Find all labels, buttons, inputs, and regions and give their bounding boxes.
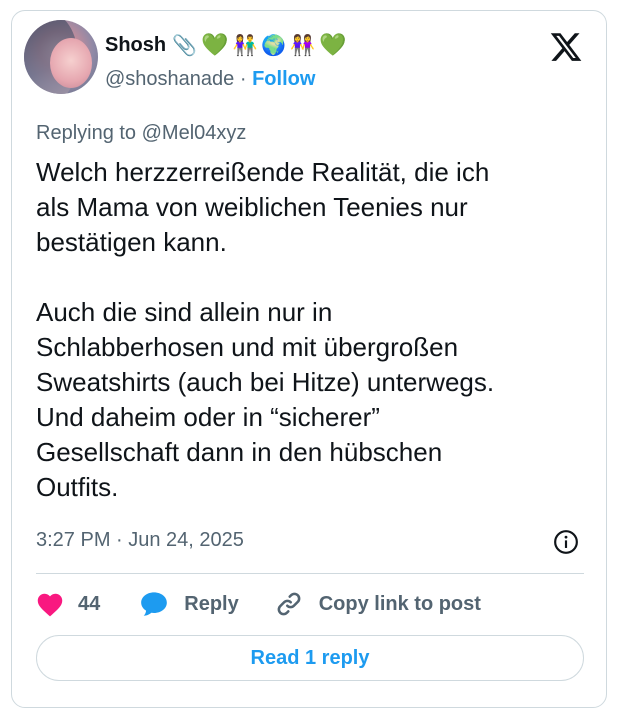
reply-bubble-icon xyxy=(141,592,168,616)
author-handle-row: @shoshanade · Follow xyxy=(105,68,315,91)
reply-button[interactable]: Reply xyxy=(140,591,239,617)
avatar-face xyxy=(50,38,92,88)
couple-emoji: 👫 xyxy=(232,33,258,57)
tweet-timestamp[interactable]: 3:27 PM · Jun 24, 2025 xyxy=(36,529,244,552)
follow-link[interactable]: Follow xyxy=(252,68,315,90)
two-women-emoji: 👭 xyxy=(290,33,316,57)
author-emojis: 📎 💚 👫 🌍 👭 💚 xyxy=(172,33,346,58)
globe-emoji: 🌍 xyxy=(261,33,287,57)
author-handle[interactable]: @shoshanade xyxy=(105,68,234,90)
author-name-row: Shosh 📎 💚 👫 🌍 👭 💚 xyxy=(105,30,347,60)
copy-link-label: Copy link to post xyxy=(318,592,481,615)
paperclip-emoji: 📎 xyxy=(172,33,198,57)
green-heart-emoji: 💚 xyxy=(201,32,229,58)
x-logo-icon[interactable] xyxy=(549,30,583,64)
info-icon[interactable] xyxy=(553,529,579,555)
replying-to: Replying to @Mel04xyz xyxy=(36,122,247,144)
like-count: 44 xyxy=(78,592,101,615)
divider xyxy=(36,573,584,574)
separator: · xyxy=(234,68,253,90)
read-replies-label: Read 1 reply xyxy=(250,646,370,669)
link-icon xyxy=(277,592,301,616)
heart-icon xyxy=(37,593,63,617)
avatar[interactable] xyxy=(24,20,98,94)
tweet-text: Welch herzzerreißende Realität, die ich … xyxy=(36,157,495,502)
action-bar: 44 Reply Copy link to post xyxy=(36,588,481,620)
reply-label: Reply xyxy=(184,592,239,615)
read-replies-button[interactable]: Read 1 reply xyxy=(36,635,584,681)
like-button[interactable]: 44 xyxy=(36,591,100,617)
copy-link-button[interactable]: Copy link to post xyxy=(275,590,481,618)
author-display-name[interactable]: Shosh xyxy=(105,34,166,57)
green-heart-emoji: 💚 xyxy=(319,32,347,58)
